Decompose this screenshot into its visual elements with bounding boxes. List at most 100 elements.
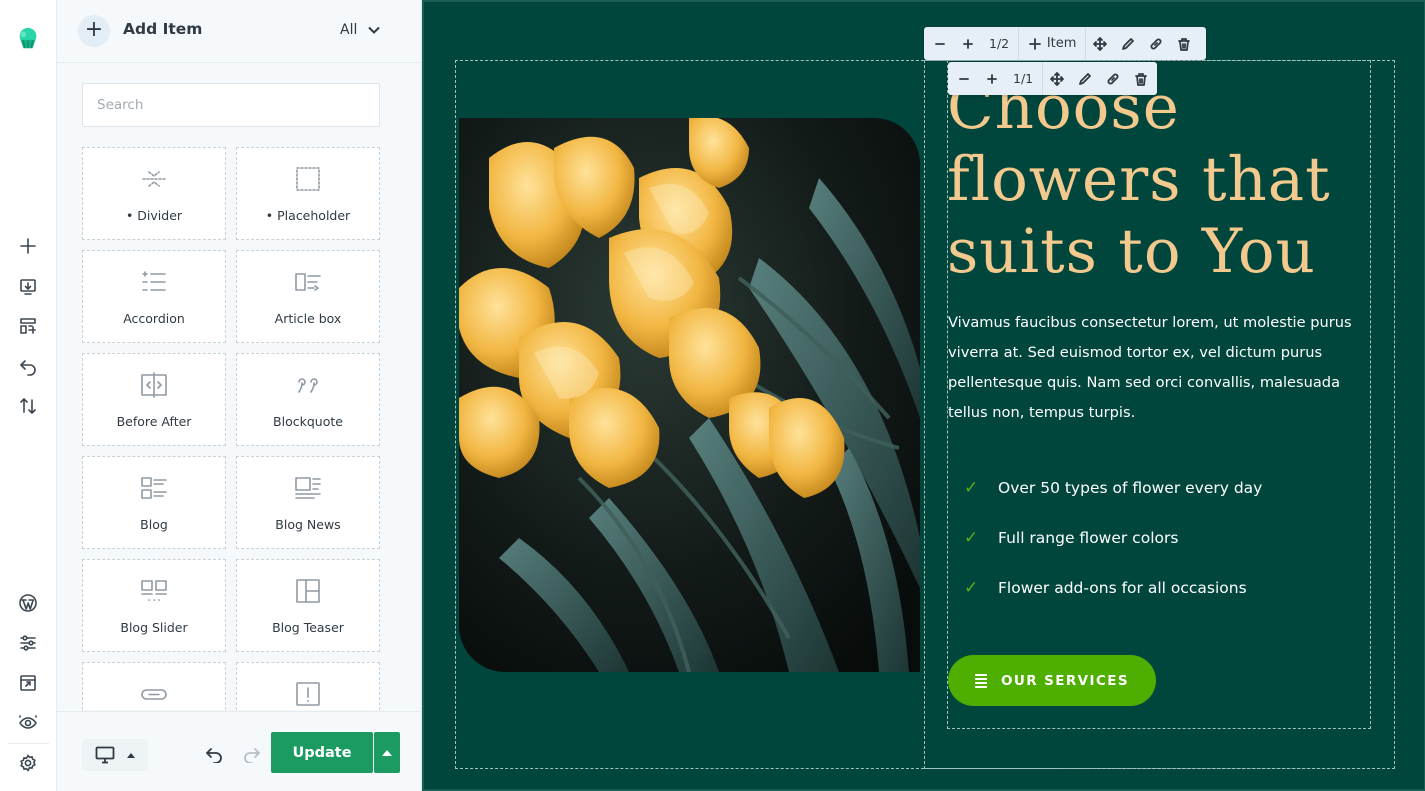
layout-icon[interactable] [14,312,42,340]
preview-screen-icon[interactable] [14,669,42,697]
wordpress-icon[interactable] [14,589,42,617]
chevron-down-icon [368,26,381,34]
section-body-text[interactable]: Vivamus faucibus consectetur lorem, ut m… [948,308,1362,428]
tile-blog-teaser[interactable]: Blog Teaser [236,559,380,652]
device-switcher-button[interactable] [82,739,148,771]
filter-dropdown[interactable]: All [340,22,381,38]
icon-rail [0,0,57,791]
feature-text: Over 50 types of flower every day [998,479,1263,497]
redo-icon [244,748,260,763]
tile-button[interactable] [82,662,226,710]
link-icon [1150,38,1162,49]
tile-blockquote[interactable]: Blockquote [236,353,380,446]
plus-icon [963,38,973,49]
feature-item: ✓ Flower add-ons for all occasions [964,578,1247,598]
trash-icon [1178,37,1191,51]
tile-blog-news[interactable]: Blog News [236,456,380,549]
tile-before-after[interactable]: Before After [82,353,226,446]
button-icon [141,689,167,700]
plus-icon: + [84,17,104,42]
element-toolbar: 1/1 [948,62,1157,95]
feature-text: Full range flower colors [998,529,1179,547]
caret-up-icon [127,752,135,758]
settings-sliders-icon[interactable] [14,629,42,657]
undo-history-icon[interactable] [14,352,42,380]
duplicate-button[interactable] [1099,62,1127,95]
accordion-icon [142,271,166,291]
tile-alert[interactable] [236,662,380,710]
sort-icon[interactable] [14,392,42,420]
increase-width-button[interactable] [956,27,980,60]
our-services-button[interactable]: OUR SERVICES [948,655,1156,706]
flower-image[interactable] [459,118,920,672]
tile-label: Blog [140,517,168,532]
blog-teaser-icon [296,579,320,603]
column-toolbar: 1/2 Item [924,27,1206,60]
delete-button[interactable] [1170,27,1198,60]
add-item-label: Item [1046,36,1077,51]
section-heading[interactable]: Choose flowers that suits to You [947,72,1347,288]
minus-icon [935,42,945,45]
tile-blog-slider[interactable]: Blog Slider [82,559,226,652]
undo-icon [206,748,222,763]
tile-blog[interactable]: Blog [82,456,226,549]
duplicate-button[interactable] [1142,27,1170,60]
undo-button[interactable] [202,742,226,766]
move-button[interactable] [1043,62,1071,95]
before-after-icon [141,372,167,398]
blog-news-icon [295,477,321,499]
plus-icon [987,73,997,84]
update-options-button[interactable] [374,732,400,773]
tile-label: Blog News [275,517,341,532]
tile-label: • Placeholder [265,208,351,223]
item-grid: • Divider • Placeholder Accordion Articl… [82,147,382,710]
panel-title: Add Item [123,20,203,38]
cta-label: OUR SERVICES [1001,672,1129,689]
check-icon: ✓ [964,478,979,498]
rail-divider [8,743,49,744]
list-icon [975,673,987,688]
gear-icon[interactable] [14,749,42,777]
divider-icon [142,171,166,187]
move-icon [1050,71,1065,86]
tile-label: Accordion [123,311,185,326]
edit-button[interactable] [1114,27,1142,60]
redo-button[interactable] [240,742,264,766]
placeholder-icon [296,167,320,191]
tile-article-box[interactable]: Article box [236,250,380,343]
add-icon[interactable] [14,232,42,260]
decrease-width-button[interactable] [948,62,980,95]
tile-divider[interactable]: • Divider [82,147,226,240]
page-canvas: Choose flowers that suits to You Vivamus… [422,0,1425,791]
tile-label: Before After [116,414,192,429]
add-item-toolbar-button[interactable]: Item [1019,27,1085,60]
tile-placeholder[interactable]: • Placeholder [236,147,380,240]
desktop-icon [95,746,115,764]
tile-label: Article box [274,311,342,326]
panel-footer: Update [57,711,421,791]
increase-width-button[interactable] [980,62,1004,95]
edit-button[interactable] [1071,62,1099,95]
trash-icon [1135,72,1148,86]
eye-icon[interactable] [14,709,42,737]
blockquote-icon [298,378,318,393]
tile-label: Blockquote [273,414,343,429]
feature-item: ✓ Over 50 types of flower every day [964,478,1262,498]
add-item-button[interactable]: + [78,15,110,47]
caret-up-icon [382,749,392,756]
update-button[interactable]: Update [271,732,373,773]
check-icon: ✓ [964,578,979,598]
tile-label: • Divider [125,208,183,223]
add-item-panel: + Add Item All • Divider • Placeholder A… [57,0,422,791]
decrease-width-button[interactable] [924,27,956,60]
import-icon[interactable] [14,272,42,300]
search-input[interactable] [82,83,380,127]
delete-button[interactable] [1127,62,1155,95]
logo-icon[interactable] [14,25,42,53]
panel-header: + Add Item All [57,0,421,63]
tile-label: Blog Teaser [272,620,344,635]
move-button[interactable] [1086,27,1114,60]
tile-accordion[interactable]: Accordion [82,250,226,343]
minus-icon [959,77,969,80]
column-size-label: 1/2 [989,36,1010,51]
